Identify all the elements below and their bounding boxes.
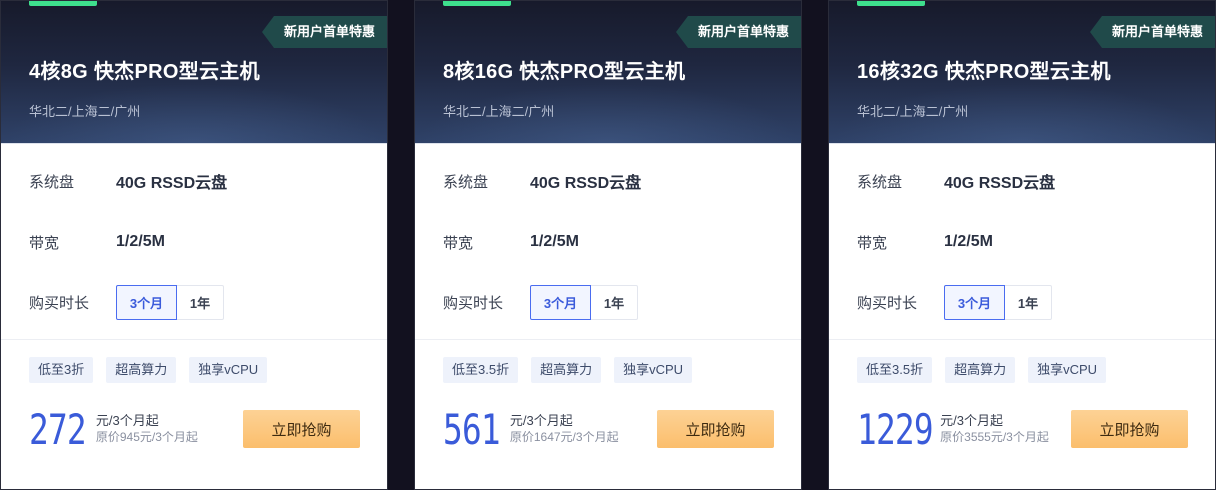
price-meta: 元/3个月起 原价1647元/3个月起	[510, 409, 619, 445]
spec-row-duration: 购买时长 3个月 1年	[29, 284, 224, 320]
divider	[829, 339, 1215, 340]
price-unit: 元/3个月起	[509, 413, 573, 428]
price-value: 272	[29, 405, 87, 454]
price-unit: 元/3个月起	[940, 413, 1003, 428]
feature-tag: 低至3.5折	[443, 357, 519, 383]
duration-label: 购买时长	[29, 294, 90, 312]
spec-row-disk: 系统盘 40G RSSD云盘	[29, 164, 227, 198]
accent-bar	[443, 1, 511, 6]
card-header: 新用户首单特惠 4核8G 快杰PRO型云主机 华北二/上海二/广州	[1, 1, 387, 144]
price-value: 1229	[857, 405, 934, 454]
bandwidth-label: 带宽	[443, 234, 474, 252]
feature-tag: 低至3.5折	[857, 357, 933, 383]
price-unit: 元/3个月起	[95, 413, 159, 428]
feature-tag: 独享vCPU	[614, 357, 693, 383]
product-title: 16核32G 快杰PRO型云主机	[857, 61, 1111, 83]
price-meta: 元/3个月起 原价945元/3个月起	[96, 409, 198, 445]
buy-button[interactable]: 立即抢购	[1071, 410, 1188, 448]
feature-tags: 低至3折 超高算力 独享vCPU	[29, 357, 280, 383]
feature-tag: 超高算力	[531, 357, 602, 383]
duration-option-1-year[interactable]: 1年	[1005, 284, 1052, 320]
bandwidth-label: 带宽	[857, 234, 888, 252]
bandwidth-value: 1/2/5M	[116, 233, 165, 250]
regions-text: 华北二/上海二/广州	[29, 104, 141, 119]
original-price: 原价3555元/3个月起	[940, 430, 1049, 444]
spec-row-bandwidth: 带宽 1/2/5M	[857, 225, 993, 259]
bandwidth-label: 带宽	[29, 234, 60, 252]
feature-tags: 低至3.5折 超高算力 独享vCPU	[443, 357, 705, 383]
disk-label: 系统盘	[29, 173, 75, 191]
original-price: 原价945元/3个月起	[95, 430, 198, 444]
duration-option-1-year[interactable]: 1年	[177, 284, 224, 320]
product-card-4c8g: 新用户首单特惠 4核8G 快杰PRO型云主机 华北二/上海二/广州 系统盘 40…	[0, 0, 388, 490]
duration-selector: 3个月 1年	[944, 284, 1052, 320]
disk-label: 系统盘	[443, 173, 489, 191]
price-meta: 元/3个月起 原价3555元/3个月起	[940, 409, 1049, 445]
disk-value: 40G RSSD云盘	[116, 175, 228, 192]
spec-row-duration: 购买时长 3个月 1年	[857, 284, 1052, 320]
disk-label: 系统盘	[857, 173, 903, 191]
disk-value: 40G RSSD云盘	[944, 175, 1056, 192]
bandwidth-value: 1/2/5M	[530, 233, 579, 250]
divider	[415, 339, 801, 340]
duration-label: 购买时长	[857, 294, 918, 312]
spec-row-bandwidth: 带宽 1/2/5M	[443, 225, 579, 259]
original-price: 原价1647元/3个月起	[509, 430, 619, 444]
bandwidth-value: 1/2/5M	[944, 233, 993, 250]
feature-tag: 低至3折	[29, 357, 94, 383]
product-card-16c32g: 新用户首单特惠 16核32G 快杰PRO型云主机 华北二/上海二/广州 系统盘 …	[828, 0, 1216, 490]
price-value: 561	[443, 405, 501, 454]
product-card-8c16g: 新用户首单特惠 8核16G 快杰PRO型云主机 华北二/上海二/广州 系统盘 4…	[414, 0, 802, 490]
product-title: 4核8G 快杰PRO型云主机	[29, 61, 260, 83]
buy-button[interactable]: 立即抢购	[657, 410, 774, 448]
duration-option-3-months[interactable]: 3个月	[944, 284, 1005, 320]
spec-row-duration: 购买时长 3个月 1年	[443, 284, 638, 320]
disk-value: 40G RSSD云盘	[530, 175, 642, 192]
price-block: 561 元/3个月起 原价1647元/3个月起	[443, 409, 619, 451]
duration-option-3-months[interactable]: 3个月	[116, 284, 177, 320]
price-block: 1229 元/3个月起 原价3555元/3个月起	[857, 409, 1049, 451]
price-block: 272 元/3个月起 原价945元/3个月起	[29, 409, 198, 451]
feature-tag: 独享vCPU	[189, 357, 268, 383]
promo-tag: 新用户首单特惠	[261, 16, 387, 48]
feature-tag: 超高算力	[106, 357, 177, 383]
buy-button[interactable]: 立即抢购	[243, 410, 360, 448]
spec-row-disk: 系统盘 40G RSSD云盘	[443, 164, 641, 198]
feature-tags: 低至3.5折 超高算力 独享vCPU	[857, 357, 1119, 383]
duration-selector: 3个月 1年	[116, 284, 224, 320]
product-title: 8核16G 快杰PRO型云主机	[443, 61, 686, 83]
card-header: 新用户首单特惠 16核32G 快杰PRO型云主机 华北二/上海二/广州	[829, 1, 1215, 144]
feature-tag: 独享vCPU	[1028, 357, 1107, 383]
accent-bar	[857, 1, 925, 6]
feature-tag: 超高算力	[945, 357, 1016, 383]
duration-label: 购买时长	[443, 294, 504, 312]
card-header: 新用户首单特惠 8核16G 快杰PRO型云主机 华北二/上海二/广州	[415, 1, 801, 144]
duration-option-1-year[interactable]: 1年	[591, 284, 638, 320]
divider	[1, 339, 387, 340]
spec-row-bandwidth: 带宽 1/2/5M	[29, 225, 165, 259]
promo-tag: 新用户首单特惠	[675, 16, 801, 48]
promo-tag: 新用户首单特惠	[1089, 16, 1215, 48]
duration-option-3-months[interactable]: 3个月	[530, 284, 591, 320]
spec-row-disk: 系统盘 40G RSSD云盘	[857, 164, 1055, 198]
regions-text: 华北二/上海二/广州	[443, 104, 555, 119]
accent-bar	[29, 1, 97, 6]
regions-text: 华北二/上海二/广州	[857, 104, 969, 119]
duration-selector: 3个月 1年	[530, 284, 638, 320]
